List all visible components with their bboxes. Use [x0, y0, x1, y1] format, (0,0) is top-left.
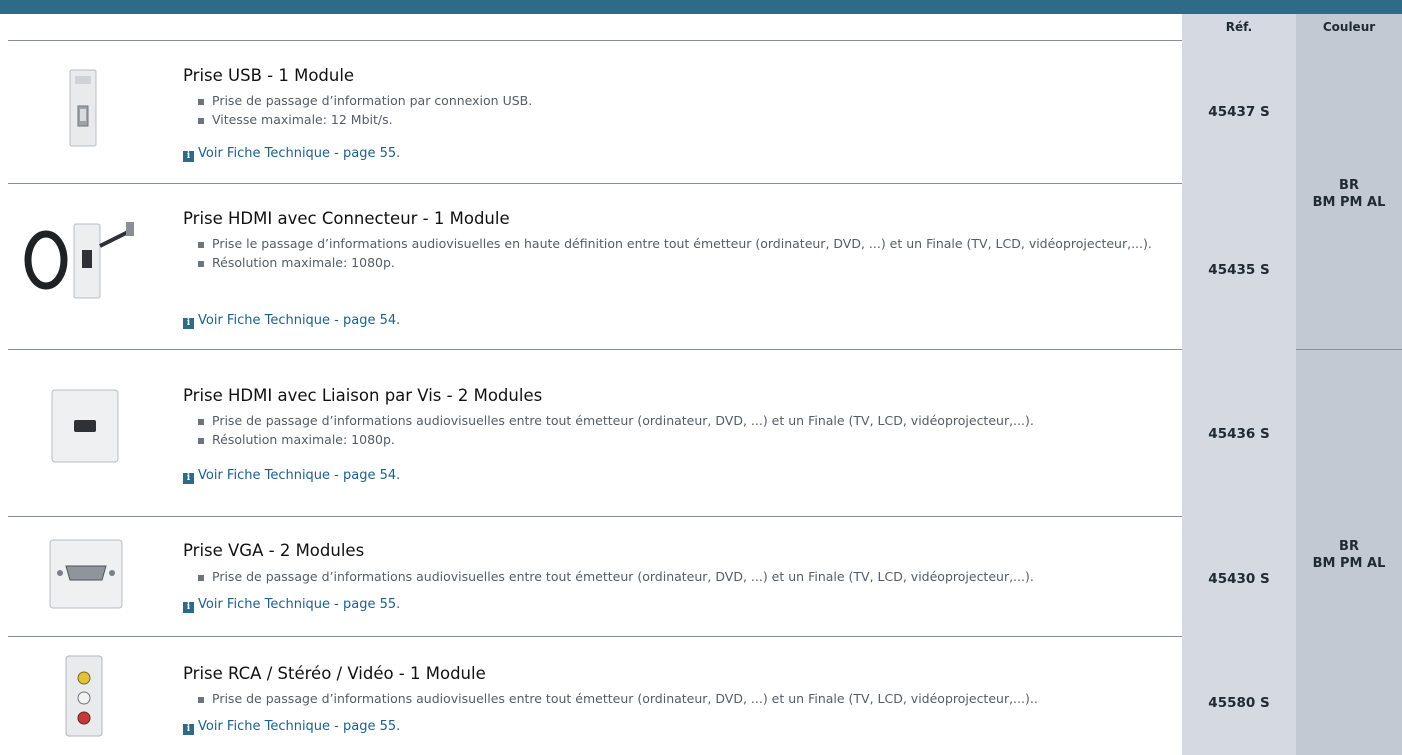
product-title: Prise VGA - 2 Modules — [183, 541, 365, 560]
usb-socket-icon — [69, 69, 97, 147]
product-title: Prise HDMI avec Connecteur - 1 Module — [183, 209, 510, 228]
datasheet-link[interactable]: i Voir Fiche Technique - page 55. — [183, 146, 400, 162]
info-icon: i — [183, 318, 194, 329]
color-code: BR — [1339, 178, 1359, 193]
info-icon: i — [183, 151, 194, 162]
info-icon: i — [183, 473, 194, 484]
row-divider — [8, 636, 1182, 637]
section-header-bar — [0, 0, 1402, 14]
datasheet-link[interactable]: i Voir Fiche Technique - page 55. — [183, 597, 400, 613]
datasheet-link-label: Voir Fiche Technique - page 55. — [198, 719, 401, 734]
ref-column-header: Réf. — [1225, 20, 1253, 34]
datasheet-link-label: Voir Fiche Technique - page 54. — [198, 313, 401, 328]
feature-item: Prise de passage d’informations audiovis… — [198, 690, 1168, 709]
feature-item: Prise le passage d’informations audiovis… — [198, 235, 1168, 254]
vga-socket-icon — [49, 539, 123, 609]
row-divider — [8, 349, 1182, 350]
info-icon: i — [183, 602, 194, 613]
product-ref: 45580 S — [1208, 695, 1270, 711]
color-options: BR BM PM AL — [1296, 177, 1402, 211]
product-title: Prise RCA / Stéréo / Vidéo - 1 Module — [183, 664, 486, 683]
color-code: BM PM AL — [1312, 195, 1386, 210]
datasheet-link-label: Voir Fiche Technique - page 55. — [198, 597, 401, 612]
row-divider — [8, 516, 1182, 517]
product-features: Prise le passage d’informations audiovis… — [198, 235, 1168, 272]
reference-column — [1182, 14, 1296, 755]
datasheet-link[interactable]: i Voir Fiche Technique - page 55. — [183, 719, 400, 735]
product-features: Prise de passage d’informations audiovis… — [198, 412, 1168, 449]
product-features: Prise de passage d’informations audiovis… — [198, 568, 1168, 587]
product-ref: 45430 S — [1208, 571, 1270, 587]
feature-item: Prise de passage d’informations audiovis… — [198, 568, 1168, 587]
datasheet-link[interactable]: i Voir Fiche Technique - page 54. — [183, 313, 400, 329]
color-group-divider — [1296, 349, 1402, 350]
product-features: Prise de passage d’information par conne… — [198, 92, 1168, 129]
color-options: BR BM PM AL — [1296, 538, 1402, 572]
product-ref: 45435 S — [1208, 262, 1270, 278]
feature-item: Prise de passage d’information par conne… — [198, 92, 1168, 111]
datasheet-link[interactable]: i Voir Fiche Technique - page 54. — [183, 468, 400, 484]
color-column-header: Couleur — [1322, 20, 1376, 34]
product-ref: 45437 S — [1208, 104, 1270, 120]
feature-item: Prise de passage d’informations audiovis… — [198, 412, 1168, 431]
product-title: Prise HDMI avec Liaison par Vis - 2 Modu… — [183, 386, 543, 405]
feature-item: Vitesse maximale: 12 Mbit/s. — [198, 111, 1168, 130]
color-code: BR — [1339, 539, 1359, 554]
color-code: BM PM AL — [1312, 556, 1386, 571]
datasheet-link-label: Voir Fiche Technique - page 55. — [198, 146, 401, 161]
product-title: Prise USB - 1 Module — [183, 66, 355, 85]
feature-item: Résolution maximale: 1080p. — [198, 254, 1168, 273]
rca-socket-icon — [65, 655, 103, 737]
row-divider — [8, 183, 1182, 184]
product-ref: 45436 S — [1208, 426, 1270, 442]
color-column — [1296, 14, 1402, 755]
info-icon: i — [183, 724, 194, 735]
datasheet-link-label: Voir Fiche Technique - page 54. — [198, 468, 401, 483]
product-features: Prise de passage d’informations audiovis… — [198, 690, 1168, 709]
header-divider — [8, 40, 1182, 41]
feature-item: Résolution maximale: 1080p. — [198, 431, 1168, 450]
hdmi-socket-icon — [51, 389, 119, 463]
hdmi-cable-socket-icon — [24, 222, 134, 299]
